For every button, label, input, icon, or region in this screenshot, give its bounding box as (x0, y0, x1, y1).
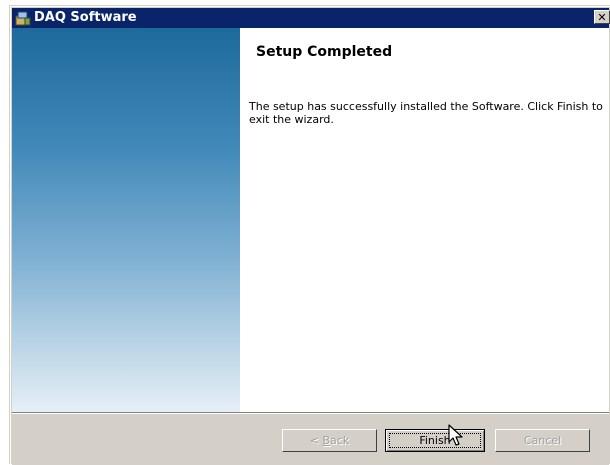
close-icon: ✕ (597, 11, 607, 24)
divider (12, 412, 609, 414)
cancel-button[interactable]: Cancel (495, 429, 590, 452)
finish-button[interactable]: Finish (385, 429, 485, 452)
wizard-side-banner (12, 28, 240, 412)
wizard-window: DAQ Software ✕ Setup Completed The setup… (9, 5, 610, 465)
page-title: Setup Completed (256, 44, 393, 60)
back-button[interactable]: < Back (282, 429, 377, 452)
button-bar: < Back Finish Cancel (12, 412, 609, 465)
title-bar[interactable]: DAQ Software ✕ (12, 8, 610, 28)
completion-message: The setup has successfully installed the… (249, 100, 603, 126)
back-label-prefix: < (309, 434, 323, 447)
close-button[interactable]: ✕ (594, 10, 610, 24)
back-label-rest: ack (330, 434, 350, 447)
mouse-pointer-icon (448, 424, 463, 446)
back-label-accel: B (322, 434, 331, 447)
window-title: DAQ Software (34, 10, 137, 25)
wizard-content: Setup Completed The setup has successful… (12, 28, 609, 412)
installer-icon (15, 10, 31, 26)
